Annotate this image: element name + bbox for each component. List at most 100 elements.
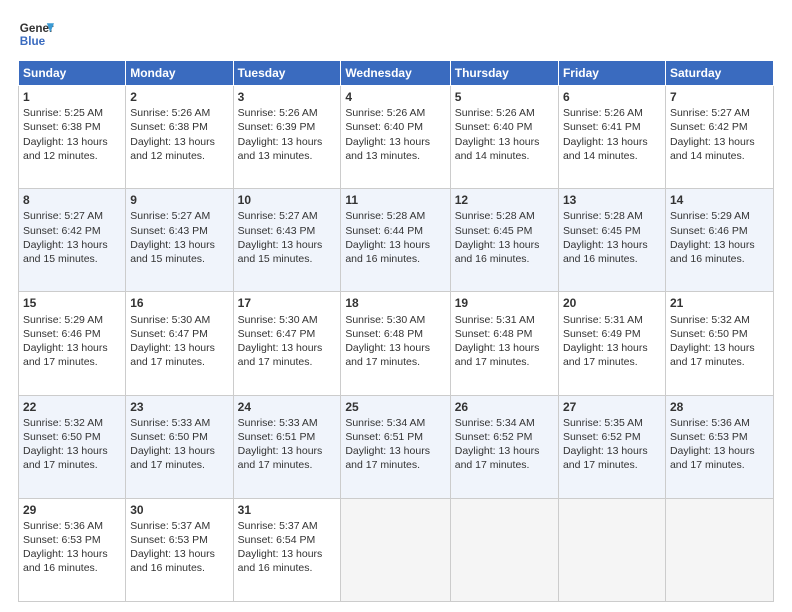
- calendar-cell: 5Sunrise: 5:26 AMSunset: 6:40 PMDaylight…: [450, 86, 558, 189]
- day-number: 11: [345, 192, 445, 208]
- calendar-cell: [665, 498, 773, 601]
- day-info-line: Sunset: 6:45 PM: [455, 224, 554, 238]
- day-info-line: Daylight: 13 hours: [23, 135, 121, 149]
- calendar-cell: 19Sunrise: 5:31 AMSunset: 6:48 PMDayligh…: [450, 292, 558, 395]
- day-info-line: Sunset: 6:50 PM: [130, 430, 228, 444]
- day-info-line: Daylight: 13 hours: [345, 135, 445, 149]
- day-info-line: and 17 minutes.: [455, 458, 554, 472]
- day-info-line: Daylight: 13 hours: [345, 444, 445, 458]
- day-number: 14: [670, 192, 769, 208]
- calendar-cell: 14Sunrise: 5:29 AMSunset: 6:46 PMDayligh…: [665, 189, 773, 292]
- day-info-line: Daylight: 13 hours: [563, 135, 661, 149]
- day-number: 29: [23, 502, 121, 518]
- day-info-line: and 17 minutes.: [345, 355, 445, 369]
- day-info-line: and 15 minutes.: [238, 252, 337, 266]
- day-info-line: Daylight: 13 hours: [23, 547, 121, 561]
- day-info-line: Daylight: 13 hours: [563, 341, 661, 355]
- calendar-cell: 10Sunrise: 5:27 AMSunset: 6:43 PMDayligh…: [233, 189, 341, 292]
- day-info-line: Sunset: 6:52 PM: [455, 430, 554, 444]
- calendar-cell: 12Sunrise: 5:28 AMSunset: 6:45 PMDayligh…: [450, 189, 558, 292]
- header-cell-tuesday: Tuesday: [233, 61, 341, 86]
- day-info-line: Daylight: 13 hours: [23, 341, 121, 355]
- day-number: 5: [455, 89, 554, 105]
- day-info-line: Sunrise: 5:29 AM: [670, 209, 769, 223]
- day-info-line: Sunrise: 5:29 AM: [23, 313, 121, 327]
- day-number: 13: [563, 192, 661, 208]
- day-number: 21: [670, 295, 769, 311]
- week-row-4: 22Sunrise: 5:32 AMSunset: 6:50 PMDayligh…: [19, 395, 774, 498]
- day-info-line: Sunrise: 5:26 AM: [563, 106, 661, 120]
- day-info-line: Daylight: 13 hours: [130, 135, 228, 149]
- day-info-line: Daylight: 13 hours: [670, 238, 769, 252]
- day-info-line: Sunrise: 5:26 AM: [345, 106, 445, 120]
- day-info-line: Sunset: 6:46 PM: [670, 224, 769, 238]
- day-info-line: and 13 minutes.: [238, 149, 337, 163]
- calendar-cell: 27Sunrise: 5:35 AMSunset: 6:52 PMDayligh…: [558, 395, 665, 498]
- day-info-line: Sunrise: 5:32 AM: [670, 313, 769, 327]
- day-info-line: Daylight: 13 hours: [238, 135, 337, 149]
- calendar-cell: 25Sunrise: 5:34 AMSunset: 6:51 PMDayligh…: [341, 395, 450, 498]
- day-info-line: and 15 minutes.: [23, 252, 121, 266]
- calendar-cell: 30Sunrise: 5:37 AMSunset: 6:53 PMDayligh…: [126, 498, 233, 601]
- calendar-cell: 24Sunrise: 5:33 AMSunset: 6:51 PMDayligh…: [233, 395, 341, 498]
- week-row-3: 15Sunrise: 5:29 AMSunset: 6:46 PMDayligh…: [19, 292, 774, 395]
- day-info-line: and 14 minutes.: [670, 149, 769, 163]
- day-info-line: Daylight: 13 hours: [23, 238, 121, 252]
- calendar-cell: 17Sunrise: 5:30 AMSunset: 6:47 PMDayligh…: [233, 292, 341, 395]
- day-info-line: and 12 minutes.: [130, 149, 228, 163]
- week-row-2: 8Sunrise: 5:27 AMSunset: 6:42 PMDaylight…: [19, 189, 774, 292]
- day-info-line: Sunset: 6:54 PM: [238, 533, 337, 547]
- day-info-line: Sunrise: 5:27 AM: [23, 209, 121, 223]
- day-number: 25: [345, 399, 445, 415]
- day-number: 19: [455, 295, 554, 311]
- day-info-line: Sunrise: 5:28 AM: [345, 209, 445, 223]
- day-info-line: and 17 minutes.: [238, 458, 337, 472]
- day-info-line: Sunset: 6:53 PM: [130, 533, 228, 547]
- day-number: 17: [238, 295, 337, 311]
- day-info-line: Daylight: 13 hours: [670, 444, 769, 458]
- day-info-line: Daylight: 13 hours: [455, 238, 554, 252]
- day-info-line: Sunrise: 5:27 AM: [130, 209, 228, 223]
- day-number: 30: [130, 502, 228, 518]
- day-info-line: Daylight: 13 hours: [563, 238, 661, 252]
- day-info-line: Daylight: 13 hours: [238, 444, 337, 458]
- day-number: 7: [670, 89, 769, 105]
- day-info-line: Sunset: 6:42 PM: [670, 120, 769, 134]
- day-info-line: Sunrise: 5:30 AM: [345, 313, 445, 327]
- day-info-line: Sunrise: 5:31 AM: [455, 313, 554, 327]
- calendar-cell: [558, 498, 665, 601]
- calendar-cell: 9Sunrise: 5:27 AMSunset: 6:43 PMDaylight…: [126, 189, 233, 292]
- calendar-cell: 31Sunrise: 5:37 AMSunset: 6:54 PMDayligh…: [233, 498, 341, 601]
- day-number: 22: [23, 399, 121, 415]
- day-number: 31: [238, 502, 337, 518]
- day-info-line: Daylight: 13 hours: [455, 341, 554, 355]
- svg-text:Blue: Blue: [20, 35, 46, 48]
- day-info-line: Sunrise: 5:34 AM: [455, 416, 554, 430]
- day-info-line: and 17 minutes.: [130, 458, 228, 472]
- day-info-line: Sunset: 6:48 PM: [345, 327, 445, 341]
- day-info-line: Sunset: 6:53 PM: [670, 430, 769, 444]
- day-number: 27: [563, 399, 661, 415]
- day-info-line: Sunrise: 5:37 AM: [130, 519, 228, 533]
- calendar-cell: 7Sunrise: 5:27 AMSunset: 6:42 PMDaylight…: [665, 86, 773, 189]
- day-info-line: Sunrise: 5:28 AM: [563, 209, 661, 223]
- day-info-line: and 17 minutes.: [23, 458, 121, 472]
- day-number: 16: [130, 295, 228, 311]
- day-info-line: Sunset: 6:45 PM: [563, 224, 661, 238]
- day-info-line: Sunrise: 5:27 AM: [670, 106, 769, 120]
- day-info-line: and 15 minutes.: [130, 252, 228, 266]
- day-info-line: Sunrise: 5:31 AM: [563, 313, 661, 327]
- day-info-line: and 17 minutes.: [345, 458, 445, 472]
- day-number: 18: [345, 295, 445, 311]
- day-info-line: and 17 minutes.: [563, 458, 661, 472]
- day-info-line: Sunset: 6:47 PM: [130, 327, 228, 341]
- day-info-line: Sunrise: 5:36 AM: [23, 519, 121, 533]
- day-info-line: Sunrise: 5:33 AM: [238, 416, 337, 430]
- day-number: 3: [238, 89, 337, 105]
- day-info-line: Daylight: 13 hours: [238, 341, 337, 355]
- day-info-line: Sunrise: 5:33 AM: [130, 416, 228, 430]
- day-info-line: Sunset: 6:44 PM: [345, 224, 445, 238]
- calendar-cell: 3Sunrise: 5:26 AMSunset: 6:39 PMDaylight…: [233, 86, 341, 189]
- calendar-cell: 2Sunrise: 5:26 AMSunset: 6:38 PMDaylight…: [126, 86, 233, 189]
- day-info-line: Daylight: 13 hours: [23, 444, 121, 458]
